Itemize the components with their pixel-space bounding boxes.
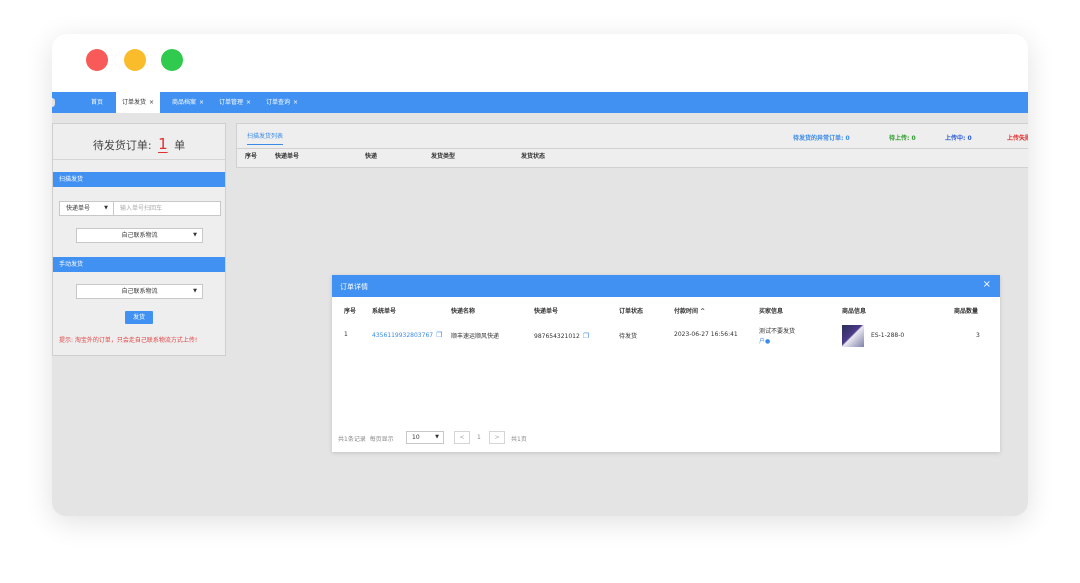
system-order-cell: 4356119932803767 ❐ [372, 331, 442, 339]
current-page[interactable]: 1 [477, 434, 481, 441]
quantity: 3 [976, 332, 980, 339]
tab-bar: 首页 订单发货 × 商品档案 × 订单管理 × 订单查询 × [52, 92, 1028, 113]
buyer-name: 测试不要发货 [759, 328, 796, 335]
column-header: 买家信息 [759, 308, 784, 315]
app-window: 首页 订单发货 × 商品档案 × 订单管理 × 订单查询 × 待发货订单: 1 单 扫描… [52, 34, 1028, 516]
tab-order-query[interactable]: 订单查询 × [260, 92, 304, 113]
pending-unit: 单 [174, 139, 186, 152]
shipping-side-panel: 待发货订单: 1 单 扫描发货 快递单号 ▼ 输入单号扫回车 自己联系物流 ▼ … [52, 123, 226, 356]
tab-scan-list[interactable]: 扫描发货列表 [247, 131, 284, 145]
column-header: 快递单号 [275, 153, 300, 160]
column-header: 快递 [365, 153, 378, 160]
chevron-down-icon: ▼ [104, 205, 108, 211]
logistics-value: 自己联系物流 [121, 232, 158, 239]
column-header: 商品数量 [954, 308, 979, 315]
tab-label: 商品档案 [172, 99, 197, 106]
prev-page-button[interactable]: < [454, 431, 470, 444]
logistics-value: 自己联系物流 [121, 288, 158, 295]
product-thumbnail[interactable] [842, 325, 864, 347]
logistics-select-scan[interactable]: 自己联系物流 ▼ [76, 228, 203, 243]
logistics-select-manual[interactable]: 自己联系物流 ▼ [76, 284, 203, 299]
stat-abnormal[interactable]: 待发货的异常订单: 0 [793, 133, 850, 142]
record-count: 共1条记录 [338, 436, 366, 443]
list-table-header: 序号 快递单号 快递 发货类型 发货状态 [237, 148, 1028, 161]
stat-uploading[interactable]: 上传中: 0 [945, 133, 972, 142]
pending-label: 待发货订单: [92, 139, 152, 152]
dialog-title: 订单详情 [340, 283, 368, 291]
scan-section-header: 扫描发货 [53, 172, 225, 187]
chevron-down-icon: ▼ [193, 288, 197, 294]
close-icon[interactable]: × [293, 99, 298, 106]
user-icon[interactable]: ● [765, 338, 770, 345]
maximize-window-button[interactable] [161, 49, 183, 71]
sort-by-pay-time[interactable]: 付款时间 ^ [674, 306, 705, 315]
column-header: 商品信息 [842, 308, 867, 315]
column-header: 发货状态 [521, 153, 546, 160]
scan-type-value: 快递单号 [66, 205, 91, 212]
chevron-down-icon: ▼ [435, 434, 439, 440]
copy-icon[interactable]: ❐ [583, 332, 589, 340]
tab-label: 订单发货 [122, 99, 147, 106]
tab-order-management[interactable]: 订单管理 × [213, 92, 257, 113]
tab-label: 首页 [91, 99, 104, 106]
send-button[interactable]: 发货 [125, 311, 153, 324]
minimize-window-button[interactable] [124, 49, 146, 71]
tab-label: 订单管理 [219, 99, 244, 106]
copy-icon[interactable]: ❐ [436, 331, 442, 339]
column-header: 序号 [344, 308, 357, 315]
per-page-select[interactable]: 10 ▼ [406, 431, 444, 444]
courier-name: 顺丰速运顺风快递 [451, 333, 500, 340]
order-status: 待发货 [619, 333, 638, 340]
column-header: 发货类型 [431, 153, 456, 160]
close-icon[interactable]: × [983, 279, 991, 290]
column-header: 序号 [245, 153, 258, 160]
scan-type-select[interactable]: 快递单号 ▼ [59, 201, 114, 216]
dialog-header: 订单详情 × [332, 275, 1000, 297]
hint-text: 提示: 淘宝外的订单，只会走自己联系物流方式上传! [59, 337, 198, 344]
order-detail-dialog: 订单详情 × 序号 系统单号 快递名称 快递单号 订单状态 付款时间 ^ 买家信… [332, 275, 1000, 452]
title-bar [52, 34, 1028, 92]
page-count: 共1页 [511, 436, 527, 443]
stat-upload-failed[interactable]: 上传失败 [1007, 133, 1028, 142]
system-order-link[interactable]: 4356119932803767 [372, 332, 433, 339]
column-header: 系统单号 [372, 308, 397, 315]
chevron-down-icon: ▼ [193, 232, 197, 238]
manual-section-header: 手动发货 [53, 257, 225, 272]
close-icon[interactable]: × [149, 99, 154, 106]
buyer-contact: 户● [759, 336, 770, 345]
pager-total: 共1条记录 每页显示 [338, 434, 394, 443]
scan-list-panel: 扫描发货列表 待发货的异常订单: 0 待上传: 0 上传中: 0 上传失败 序号… [236, 123, 1028, 168]
row-index: 1 [344, 331, 348, 338]
tab-label: 订单查询 [266, 99, 291, 106]
close-icon[interactable]: × [199, 99, 204, 106]
close-icon[interactable]: × [246, 99, 251, 106]
pay-time: 2023-06-27 16:56:41 [674, 331, 738, 338]
pending-orders-counter: 待发货订单: 1 单 [53, 124, 225, 160]
pending-count: 1 [158, 135, 168, 153]
product-code: ES-1-288-0 [871, 332, 905, 339]
stat-to-upload[interactable]: 待上传: 0 [889, 133, 916, 142]
close-window-button[interactable] [86, 49, 108, 71]
tab-product-archive[interactable]: 商品档案 × [166, 92, 210, 113]
tracking-number: 987654321012 [534, 333, 580, 340]
per-page-value: 10 [412, 434, 420, 441]
column-header: 快递名称 [451, 308, 476, 315]
scan-input[interactable]: 输入单号扫回车 [113, 201, 221, 216]
column-header: 快递单号 [534, 308, 559, 315]
tracking-cell: 987654321012 ❐ [534, 332, 589, 340]
next-page-button[interactable]: > [489, 431, 505, 444]
tab-scroll-handle[interactable] [52, 98, 55, 107]
tab-order-shipping[interactable]: 订单发货 × [116, 92, 161, 113]
tab-home[interactable]: 首页 [85, 92, 109, 113]
column-header: 订单状态 [619, 308, 644, 315]
per-page-label: 每页显示 [369, 436, 394, 443]
